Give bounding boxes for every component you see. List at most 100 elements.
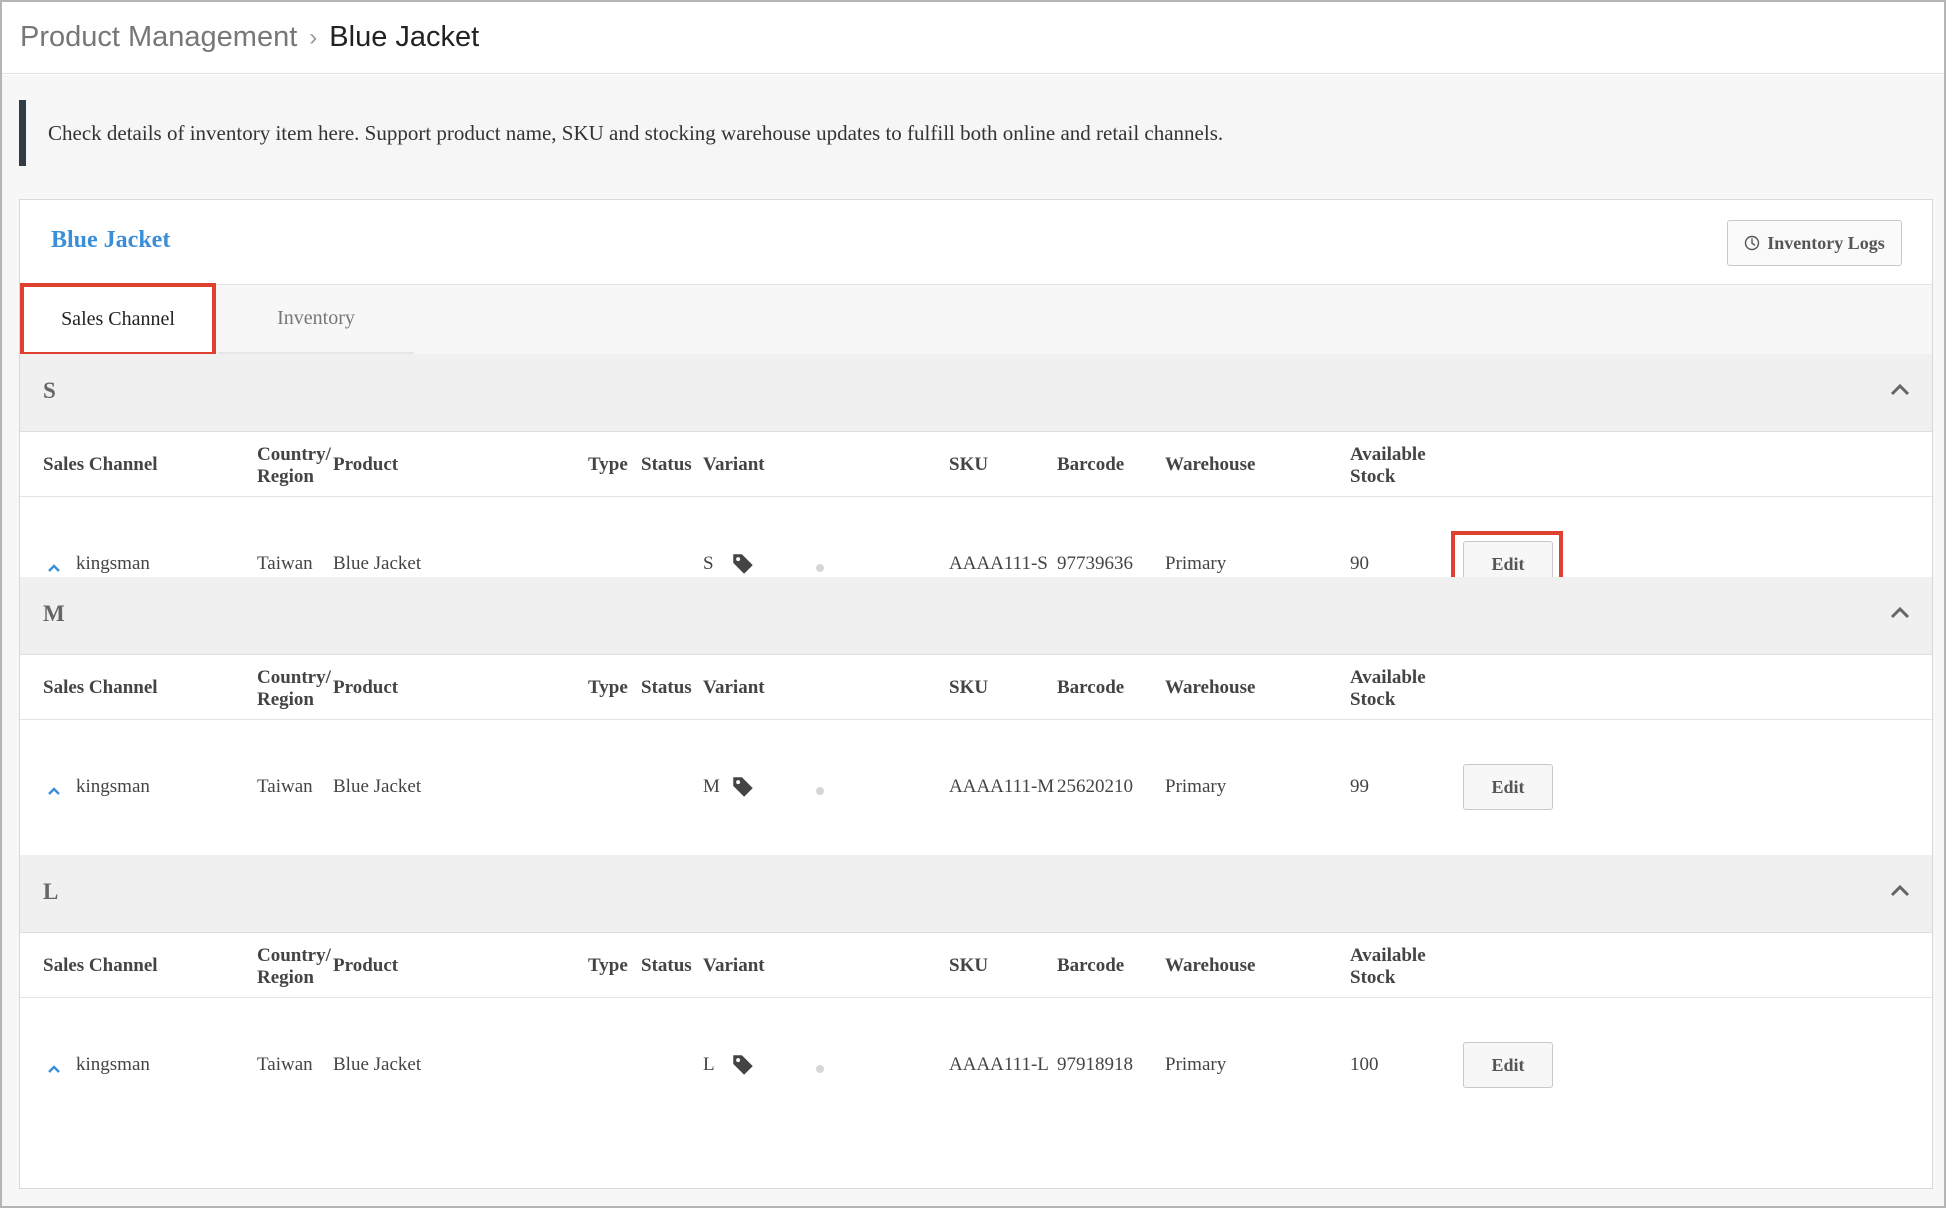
tag-icon [733, 554, 753, 574]
cell-product: Blue Jacket [333, 553, 422, 574]
inventory-logs-label: Inventory Logs [1767, 232, 1885, 253]
status-indicator [816, 1065, 824, 1073]
tab-inventory[interactable]: Inventory [218, 285, 414, 354]
clock-icon [1745, 235, 1760, 251]
col-variant: Variant [703, 677, 765, 698]
status-indicator [816, 564, 824, 572]
col-stock-line2: Stock [1350, 967, 1396, 988]
col-warehouse: Warehouse [1165, 955, 1256, 976]
col-available-stock: Available Stock [1350, 945, 1426, 989]
col-warehouse: Warehouse [1165, 677, 1256, 698]
cell-barcode: 25620210 [1057, 776, 1133, 797]
group-label: M [43, 601, 65, 626]
cell-available-stock: 90 [1350, 553, 1369, 574]
tag-icon [733, 1055, 753, 1075]
breadcrumb: Product Management › Blue Jacket [2, 2, 1944, 74]
col-sku: SKU [949, 677, 989, 698]
table-row: kingsman Taiwan Blue Jacket M AAAA111-M … [20, 720, 1932, 854]
col-barcode: Barcode [1057, 677, 1125, 698]
col-country-line2: Region [257, 967, 314, 988]
col-available-stock: Available Stock [1350, 444, 1426, 488]
col-barcode: Barcode [1057, 454, 1125, 475]
group-label: S [43, 378, 56, 403]
col-country-line1: Country/ [257, 667, 331, 688]
col-country-line1: Country/ [257, 945, 331, 966]
cell-warehouse: Primary [1165, 1054, 1227, 1075]
tab-sales-channel[interactable]: Sales Channel [20, 283, 216, 356]
group-header[interactable]: M [20, 577, 1932, 655]
cell-barcode: 97918918 [1057, 1054, 1133, 1075]
col-sku: SKU [949, 454, 989, 475]
cell-country: Taiwan [257, 776, 313, 797]
col-stock-line2: Stock [1350, 689, 1396, 710]
col-stock-line1: Available [1350, 667, 1426, 688]
col-type: Type [588, 955, 628, 976]
col-product: Product [333, 677, 399, 698]
col-warehouse: Warehouse [1165, 454, 1256, 475]
breadcrumb-root-link[interactable]: Product Management [20, 21, 297, 54]
variant-group-m: M Sales Channel Country/Region Product T… [20, 577, 1932, 854]
col-barcode: Barcode [1057, 955, 1125, 976]
col-stock-line2: Stock [1350, 466, 1396, 487]
col-product: Product [333, 454, 399, 475]
tab-inventory-label: Inventory [277, 307, 355, 329]
col-variant: Variant [703, 454, 765, 475]
main-content: Check details of inventory item here. Su… [2, 75, 1944, 1206]
chevron-up-icon[interactable] [47, 786, 61, 796]
col-sales-channel: Sales Channel [43, 955, 158, 976]
status-indicator [816, 787, 824, 795]
cell-sales-channel: kingsman [76, 1054, 150, 1075]
col-country-line2: Region [257, 689, 314, 710]
chevron-up-icon[interactable] [1890, 605, 1910, 619]
col-sales-channel: Sales Channel [43, 677, 158, 698]
group-header[interactable]: L [20, 855, 1932, 933]
breadcrumb-separator-icon: › [309, 23, 318, 51]
table-header: Sales Channel Country/Region Product Typ… [20, 933, 1932, 998]
cell-barcode: 97739636 [1057, 553, 1133, 574]
col-status: Status [641, 454, 692, 475]
col-country-region: Country/Region [257, 667, 331, 711]
col-sales-channel: Sales Channel [43, 454, 158, 475]
col-stock-line1: Available [1350, 444, 1426, 465]
cell-warehouse: Primary [1165, 776, 1227, 797]
edit-button[interactable]: Edit [1463, 1042, 1553, 1088]
col-variant: Variant [703, 955, 765, 976]
col-product: Product [333, 955, 399, 976]
col-stock-line1: Available [1350, 945, 1426, 966]
product-card: Blue Jacket Inventory Logs Sales Channel… [19, 199, 1933, 1189]
chevron-up-icon[interactable] [47, 563, 61, 573]
chevron-up-icon[interactable] [1890, 883, 1910, 897]
col-type: Type [588, 454, 628, 475]
cell-variant: S [703, 553, 714, 574]
cell-sales-channel: kingsman [76, 553, 150, 574]
cell-available-stock: 99 [1350, 776, 1369, 797]
cell-variant: L [703, 1054, 715, 1075]
edit-button[interactable]: Edit [1463, 764, 1553, 810]
col-status: Status [641, 955, 692, 976]
tab-sales-channel-label: Sales Channel [61, 308, 175, 330]
tag-icon [733, 777, 753, 797]
cell-available-stock: 100 [1350, 1054, 1379, 1075]
cell-product: Blue Jacket [333, 776, 422, 797]
group-label: L [43, 879, 59, 904]
chevron-up-icon[interactable] [47, 1064, 61, 1074]
col-type: Type [588, 677, 628, 698]
app-window: Product Management › Blue Jacket Check d… [0, 0, 1946, 1208]
col-available-stock: Available Stock [1350, 667, 1426, 711]
breadcrumb-current: Blue Jacket [329, 21, 480, 53]
table-header: Sales Channel Country/Region Product Typ… [20, 655, 1932, 720]
group-header[interactable]: S [20, 354, 1932, 432]
table-row: kingsman Taiwan Blue Jacket L AAAA111-L … [20, 998, 1932, 1132]
col-status: Status [641, 677, 692, 698]
cell-sales-channel: kingsman [76, 776, 150, 797]
cell-sku: AAAA111-S [949, 553, 1048, 574]
col-country-line1: Country/ [257, 444, 331, 465]
cell-country: Taiwan [257, 553, 313, 574]
inventory-logs-button[interactable]: Inventory Logs [1727, 220, 1902, 266]
col-country-line2: Region [257, 466, 314, 487]
cell-variant: M [703, 776, 720, 797]
chevron-up-icon[interactable] [1890, 382, 1910, 396]
col-country-region: Country/Region [257, 444, 331, 488]
info-notice-text: Check details of inventory item here. Su… [48, 120, 1224, 145]
info-notice: Check details of inventory item here. Su… [19, 100, 1930, 166]
